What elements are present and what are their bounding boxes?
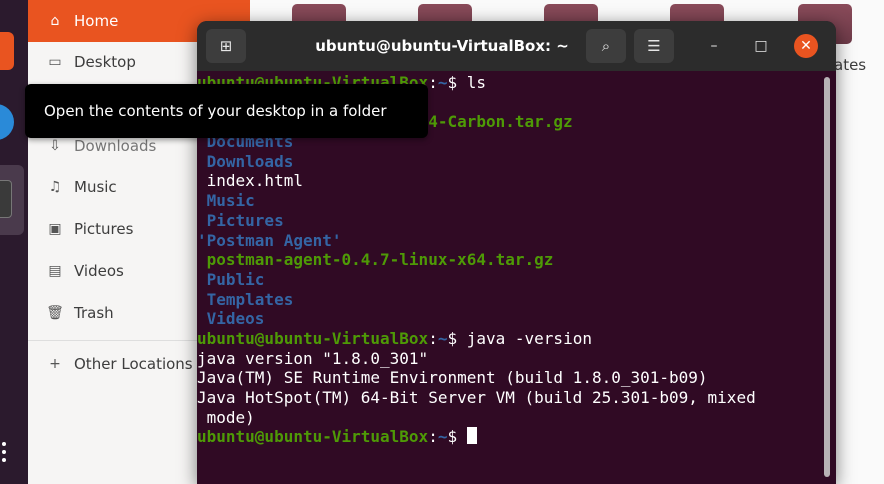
desktop-icon: ▭ bbox=[48, 54, 62, 70]
sidebar-item-label: Downloads bbox=[74, 137, 157, 155]
java-output-line: mode) bbox=[197, 407, 255, 427]
java-output: java version "1.8.0_301" Java(TM) SE Runt… bbox=[197, 349, 836, 428]
downloads-icon: ⇩ bbox=[49, 138, 61, 154]
ls-entry: Downloads bbox=[197, 151, 294, 171]
search-icon: ⌕ bbox=[601, 37, 611, 55]
window-title: ubuntu@ubuntu-VirtualBox: ~ bbox=[315, 37, 569, 55]
sidebar-item-label: Pictures bbox=[74, 220, 134, 238]
sidebar-item-label: Trash bbox=[74, 304, 114, 322]
maximize-icon: □ bbox=[754, 38, 768, 54]
menu-button[interactable]: ☰ bbox=[634, 29, 674, 63]
prompt-line: ubuntu@ubuntu-VirtualBox:~$ java -versio… bbox=[197, 328, 592, 348]
ls-entry: Videos bbox=[197, 309, 265, 329]
sidebar-item-label: Desktop bbox=[74, 53, 136, 71]
ls-entry: Music bbox=[197, 191, 255, 211]
trash-icon: 🗑 bbox=[46, 305, 64, 321]
sidebar-item-label: Music bbox=[74, 178, 117, 196]
minimize-icon: – bbox=[710, 38, 718, 54]
music-icon: ♫ bbox=[48, 179, 62, 195]
command-text: ls bbox=[466, 73, 486, 92]
java-output-line: Java(TM) SE Runtime Environment (build 1… bbox=[197, 368, 708, 388]
browser-app-icon[interactable] bbox=[0, 104, 14, 140]
maximize-button[interactable]: □ bbox=[749, 34, 773, 58]
new-tab-icon: ⊞ bbox=[219, 37, 233, 55]
files-app-icon[interactable] bbox=[0, 32, 14, 70]
dock bbox=[0, 0, 28, 484]
terminal-headerbar[interactable]: ⊞ ubuntu@ubuntu-VirtualBox: ~ ⌕ ☰ – □ ✕ bbox=[197, 21, 836, 71]
prompt-line: ubuntu@ubuntu-VirtualBox:~$ bbox=[197, 427, 836, 447]
hamburger-menu-icon: ☰ bbox=[647, 37, 661, 55]
ls-entry: Pictures bbox=[197, 210, 284, 230]
command-text: java -version bbox=[466, 328, 592, 348]
pictures-icon: ▣ bbox=[48, 221, 62, 237]
ls-entry: Public bbox=[197, 269, 265, 289]
search-button[interactable]: ⌕ bbox=[586, 29, 626, 63]
ls-entry: postman-agent-0.4.7-linux-x64.tar.gz bbox=[197, 250, 554, 270]
text-cursor bbox=[466, 427, 477, 445]
show-applications-icon[interactable] bbox=[0, 438, 8, 466]
folder-label: ates bbox=[834, 56, 867, 74]
close-button[interactable]: ✕ bbox=[794, 34, 818, 58]
java-output-line: Java HotSpot(TM) 64-Bit Server VM (build… bbox=[197, 388, 756, 407]
terminal-app-icon[interactable] bbox=[0, 180, 12, 218]
tooltip: Open the contents of your desktop in a f… bbox=[25, 84, 428, 138]
scrollbar[interactable] bbox=[824, 77, 830, 477]
minimize-button[interactable]: – bbox=[702, 34, 726, 58]
videos-icon: ▤ bbox=[48, 263, 62, 279]
java-output-line: java version "1.8.0_301" bbox=[197, 348, 429, 368]
home-icon: ⌂ bbox=[50, 13, 60, 29]
ls-entry: index.html bbox=[197, 171, 303, 191]
plus-icon: + bbox=[49, 356, 61, 372]
sidebar-item-label: Other Locations bbox=[74, 355, 193, 373]
close-icon: ✕ bbox=[800, 38, 812, 54]
sidebar-item-label: Home bbox=[74, 12, 119, 30]
new-tab-button[interactable]: ⊞ bbox=[206, 29, 246, 63]
ls-entry: 'Postman Agent' bbox=[197, 230, 342, 250]
ls-entry: Templates bbox=[197, 289, 294, 309]
sidebar-item-label: Videos bbox=[74, 262, 124, 280]
